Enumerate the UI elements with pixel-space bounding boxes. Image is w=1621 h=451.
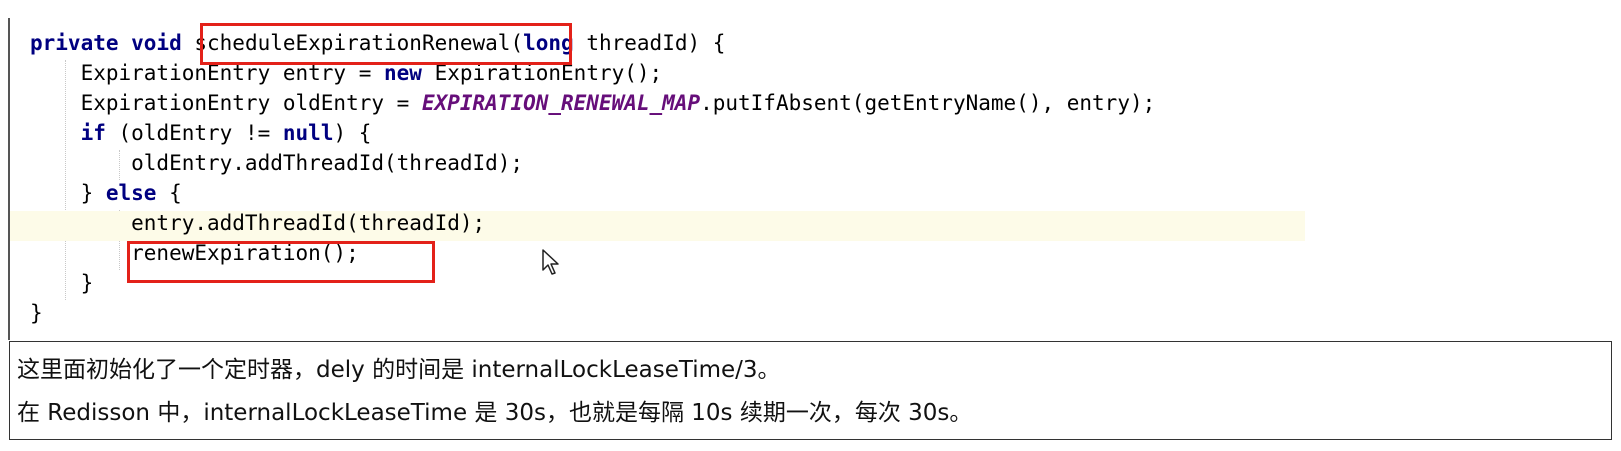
code-line: entry.addThreadId(threadId); <box>30 208 1155 238</box>
code-token: oldEntry.addThreadId(threadId); <box>30 151 524 175</box>
code-token: } <box>30 301 43 325</box>
code-line: } <box>30 298 1155 328</box>
code-keyword: else <box>105 181 157 205</box>
code-token: ) { <box>333 121 372 145</box>
code-line: } else { <box>30 178 1155 208</box>
code-line: oldEntry.addThreadId(threadId); <box>30 148 1155 178</box>
mouse-pointer-icon <box>542 249 559 275</box>
code-line: ExpirationEntry entry = new ExpirationEn… <box>30 58 1155 88</box>
code-token: ExpirationEntry oldEntry = <box>30 91 422 115</box>
code-line: if (oldEntry != null) { <box>30 118 1155 148</box>
code-token: { <box>156 181 182 205</box>
code-keyword: if <box>80 121 106 145</box>
explanation-line-2: 在 Redisson 中，internalLockLeaseTime 是 30s… <box>17 400 973 426</box>
code-editor[interactable]: private void scheduleExpirationRenewal(l… <box>0 0 1621 340</box>
code-token: .putIfAbsent(getEntryName(), entry); <box>700 91 1156 115</box>
highlight-box-method-name <box>200 23 572 65</box>
code-line: private void scheduleExpirationRenewal(l… <box>30 28 1155 58</box>
code-line: ExpirationEntry oldEntry = EXPIRATION_RE… <box>30 88 1156 118</box>
code-keyword: null <box>282 121 334 145</box>
explanation-line-1: 这里面初始化了一个定时器，dely 的时间是 internalLockLease… <box>17 357 781 383</box>
code-token: } <box>30 271 94 295</box>
code-block[interactable]: private void scheduleExpirationRenewal(l… <box>30 28 1155 328</box>
code-keyword: private void <box>30 31 195 55</box>
code-token: entry.addThreadId(threadId); <box>30 211 486 235</box>
code-token: (oldEntry != <box>105 121 283 145</box>
code-static-field: EXPIRATION_RENEWAL_MAP <box>421 91 701 115</box>
code-token: threadId) { <box>573 31 726 55</box>
editor-left-border <box>8 18 10 340</box>
highlight-box-renew-call <box>127 241 435 283</box>
explanation-box: 这里面初始化了一个定时器，dely 的时间是 internalLockLease… <box>9 341 1612 440</box>
code-token: } <box>30 181 106 205</box>
